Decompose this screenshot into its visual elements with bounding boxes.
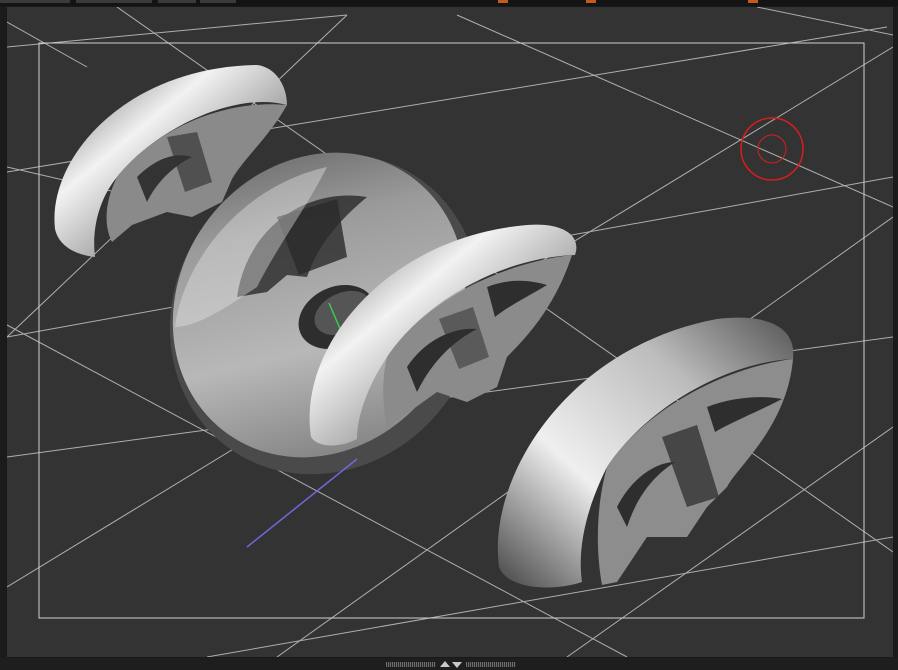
splitter-grip-right[interactable] [466,662,516,667]
viewport-canvas[interactable] [7,7,893,657]
bottom-bar [0,658,898,670]
status-marker [498,0,508,3]
app-window [0,0,898,670]
transform-gizmo-icon[interactable] [740,117,804,181]
split-toggle-icon[interactable] [386,660,516,668]
splitter-grip-left[interactable] [386,662,436,667]
top-tab[interactable] [76,0,152,3]
status-marker [586,0,596,3]
top-tab[interactable] [158,0,196,3]
top-tab[interactable] [0,0,70,3]
top-tab[interactable] [200,0,236,3]
status-marker [748,0,758,3]
collapse-down-icon[interactable] [452,662,462,668]
fender-front-right[interactable] [497,317,794,588]
expand-up-icon[interactable] [440,661,450,667]
3d-viewport[interactable] [6,6,894,658]
